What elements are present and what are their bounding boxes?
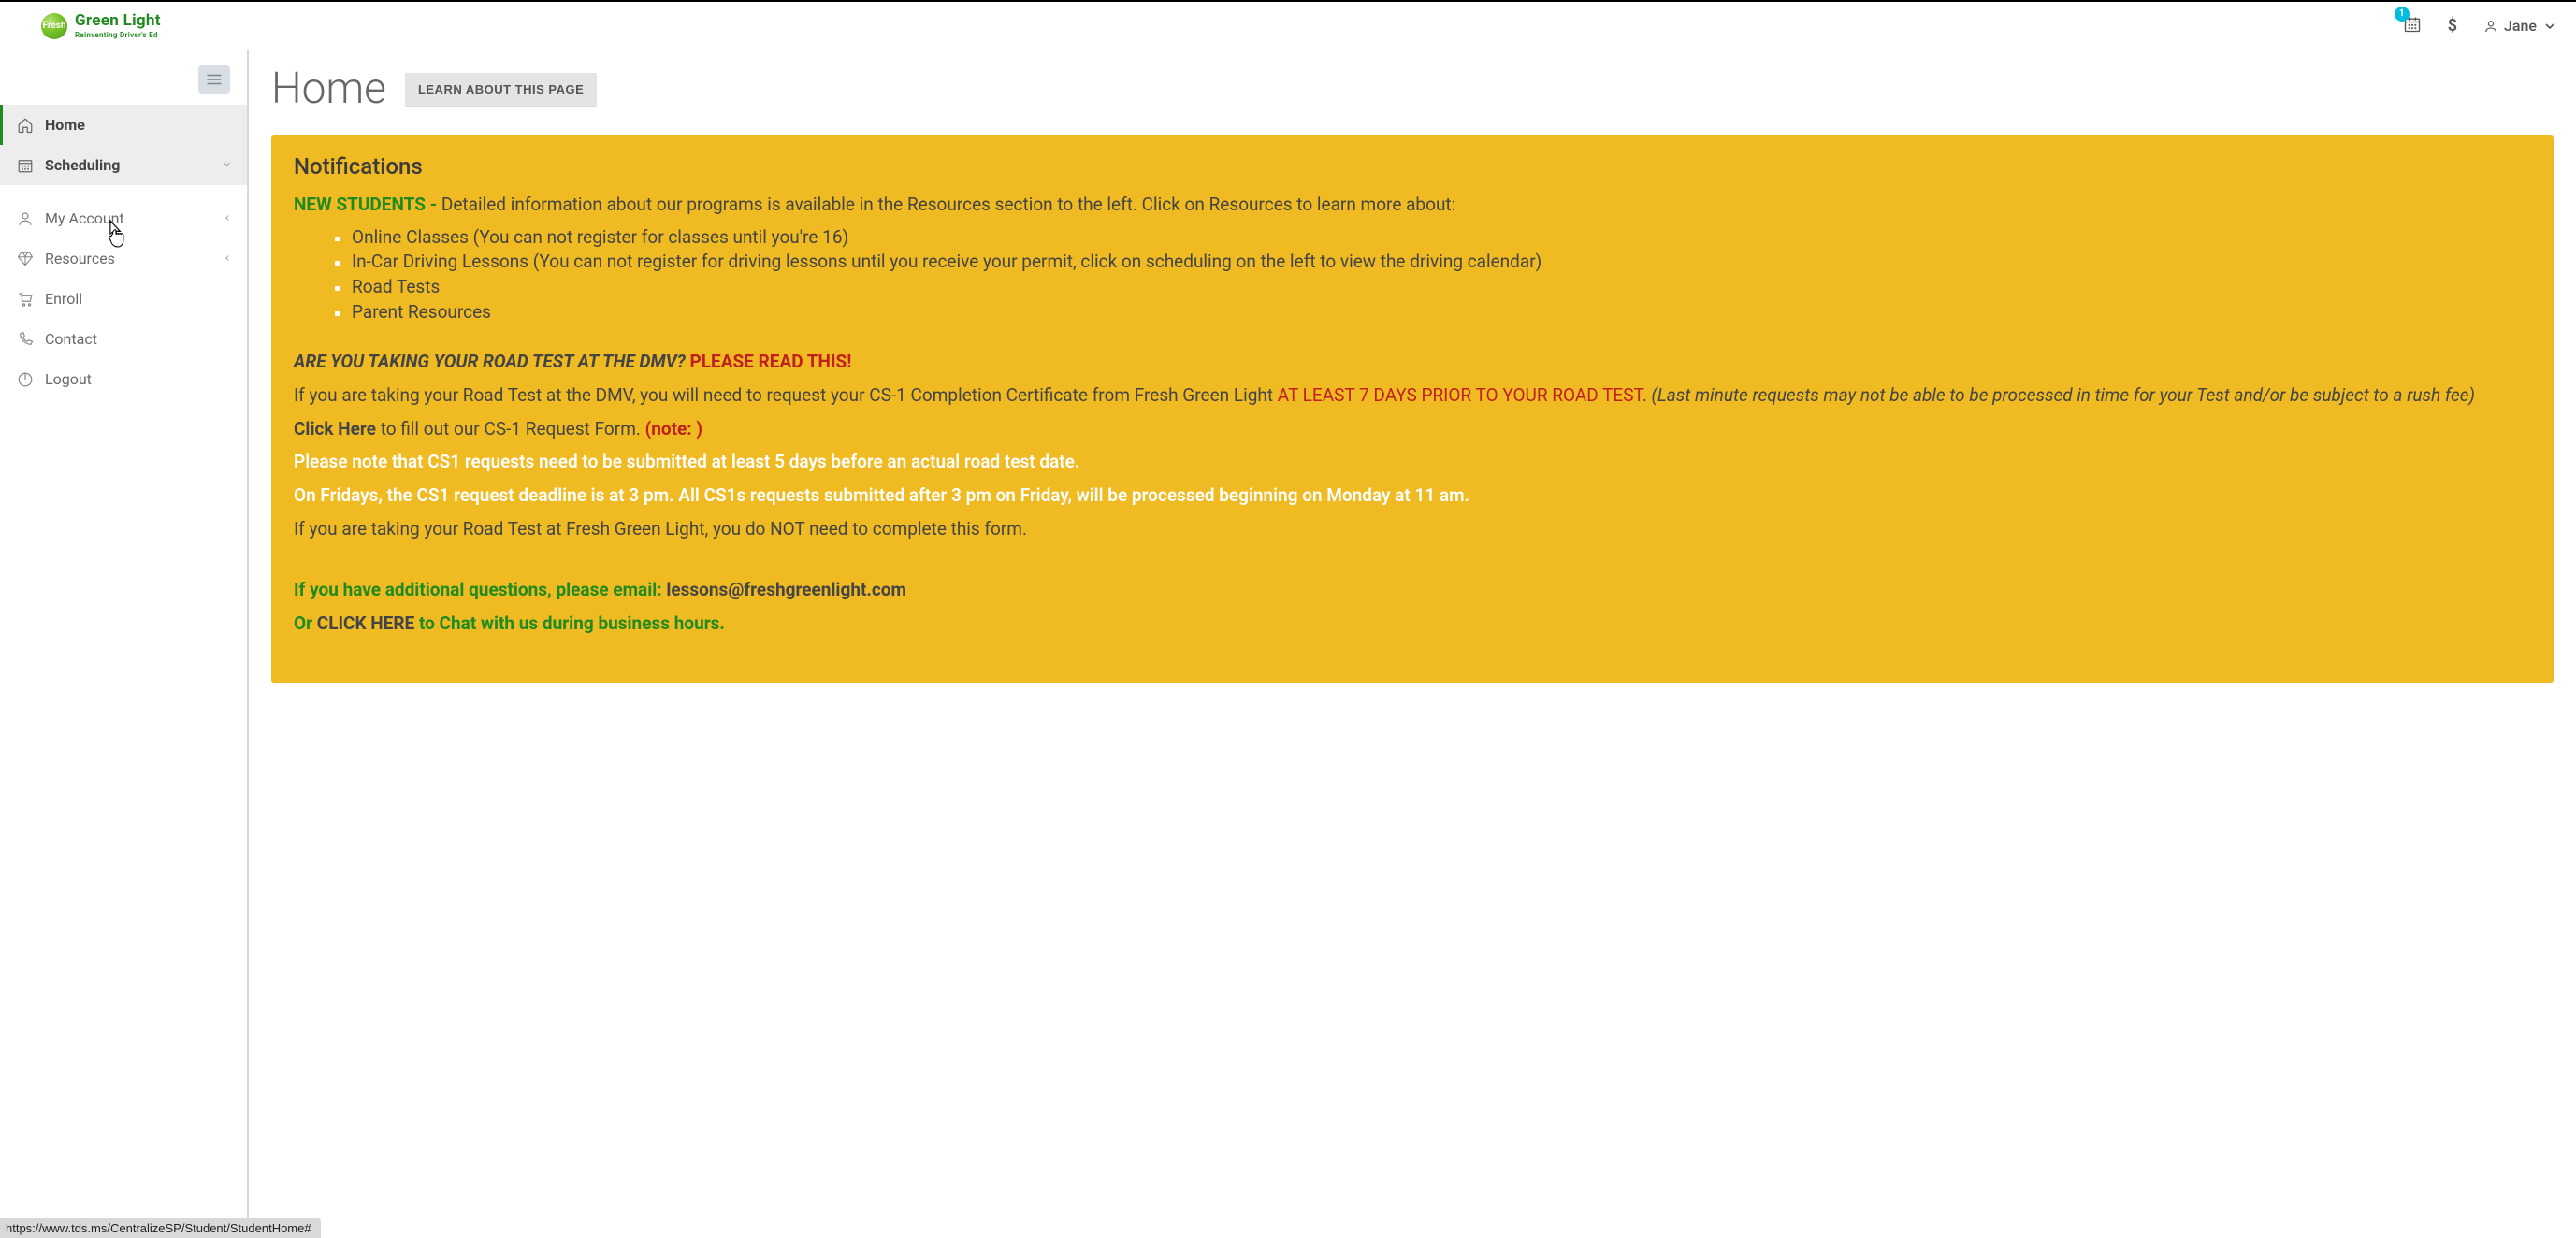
calendar-button[interactable]: 1 — [2403, 15, 2422, 37]
user-menu[interactable]: Jane — [2483, 17, 2557, 35]
new-students-label: NEW STUDENTS - — [294, 194, 437, 215]
chevron-left-icon — [223, 252, 232, 266]
white-note-1: Please note that CS1 requests need to be… — [294, 450, 2531, 474]
sidebar-item-enroll[interactable]: Enroll — [0, 279, 247, 319]
list-item: Road Tests — [335, 276, 2531, 299]
brand[interactable]: Fresh Green Light Reinventing Driver's E… — [41, 13, 161, 39]
new-students-body: Detailed information about our programs … — [437, 194, 1455, 215]
sidebar-label: Resources — [45, 250, 223, 267]
billing-button[interactable]: $ — [2448, 16, 2457, 36]
notifications-panel: Notifications NEW STUDENTS - Detailed in… — [271, 135, 2554, 683]
sidebar-item-my-account[interactable]: My Account — [0, 198, 247, 238]
notifications-title: Notifications — [294, 153, 2531, 180]
cs1-text-c: . — [1643, 384, 1652, 406]
brand-text: Green Light Reinventing Driver's Ed — [75, 13, 161, 39]
calendar-icon — [17, 157, 34, 174]
chevron-down-icon — [222, 159, 232, 172]
user-icon — [2483, 19, 2498, 34]
list-item: Parent Resources — [335, 301, 2531, 324]
sidebar-label: Enroll — [45, 290, 229, 308]
sidebar: Home Scheduling My Account — [0, 50, 249, 1238]
menu-icon — [206, 73, 223, 86]
sidebar-item-contact[interactable]: Contact — [0, 319, 247, 359]
click-here-rest: to fill out our CS-1 Request Form. — [376, 418, 645, 439]
sidebar-label: Logout — [45, 370, 229, 388]
topbar-right: 1 $ Jane — [2403, 15, 2557, 37]
email-link[interactable]: lessons@freshgreenlight.com — [666, 579, 906, 600]
dmv-question-para: ARE YOU TAKING YOUR ROAD TEST AT THE DMV… — [294, 350, 2531, 374]
brand-title: Green Light — [75, 13, 161, 29]
cs1-para: If you are taking your Road Test at the … — [294, 383, 2531, 408]
or-text: Or — [294, 612, 317, 634]
topbar: Fresh Green Light Reinventing Driver's E… — [0, 0, 2576, 50]
brand-logo-icon: Fresh — [41, 13, 67, 39]
chat-para: Or CLICK HERE to Chat with us during bus… — [294, 612, 2531, 636]
dmv-read-this: PLEASE READ THIS! — [690, 351, 852, 372]
programs-list: Online Classes (You can not register for… — [335, 226, 2531, 324]
sidebar-item-home[interactable]: Home — [0, 105, 247, 145]
sidebar-nav: Home Scheduling My Account — [0, 105, 247, 399]
sidebar-label: Scheduling — [45, 156, 222, 174]
new-students-para: NEW STUDENTS - Detailed information abou… — [294, 193, 2531, 217]
diamond-icon — [17, 251, 34, 267]
list-item: In-Car Driving Lessons (You can not regi… — [335, 251, 2531, 274]
cs1-text-b: AT LEAST 7 DAYS PRIOR TO YOUR ROAD TEST — [1278, 384, 1643, 406]
email-pre: If you have additional questions, please… — [294, 579, 666, 600]
phone-icon — [17, 331, 34, 348]
white-note-2: On Fridays, the CS1 request deadline is … — [294, 483, 2531, 508]
click-here-chat-link[interactable]: CLICK HERE — [317, 612, 414, 634]
status-bar-link: https://www.tds.ms/CentralizeSP/Student/… — [0, 1218, 321, 1238]
chat-rest: to Chat with us during business hours. — [414, 612, 725, 634]
calendar-badge: 1 — [2395, 7, 2410, 22]
email-para: If you have additional questions, please… — [294, 578, 2531, 602]
fgl-test-para: If you are taking your Road Test at Fres… — [294, 517, 2531, 541]
chevron-down-icon — [2542, 19, 2557, 34]
click-here-para: Click Here to fill out our CS-1 Request … — [294, 417, 2531, 441]
click-here-link[interactable]: Click Here — [294, 418, 376, 439]
dmv-question: ARE YOU TAKING YOUR ROAD TEST AT THE DMV… — [294, 351, 690, 372]
learn-about-button[interactable]: LEARN ABOUT THIS PAGE — [405, 73, 597, 106]
cart-icon — [17, 291, 34, 308]
sidebar-item-resources[interactable]: Resources — [0, 238, 247, 279]
sidebar-toggle-button[interactable] — [198, 65, 230, 94]
brand-subtitle: Reinventing Driver's Ed — [75, 32, 161, 39]
sidebar-label: My Account — [45, 209, 223, 227]
sidebar-label: Home — [45, 116, 229, 134]
sidebar-item-scheduling[interactable]: Scheduling — [0, 145, 247, 185]
list-item: Online Classes (You can not register for… — [335, 226, 2531, 250]
sidebar-item-logout[interactable]: Logout — [0, 359, 247, 399]
home-icon — [17, 117, 34, 134]
cs1-text-a: If you are taking your Road Test at the … — [294, 384, 1278, 406]
main-content: Home LEARN ABOUT THIS PAGE Notifications… — [249, 50, 2576, 1238]
cs1-text-d: (Last minute requests may not be able to… — [1652, 384, 2475, 406]
chevron-left-icon — [223, 212, 232, 225]
spacer — [229, 119, 232, 132]
title-row: Home LEARN ABOUT THIS PAGE — [271, 64, 2554, 114]
power-icon — [17, 371, 34, 388]
sidebar-submenu-peek — [0, 185, 247, 198]
user-icon — [17, 210, 34, 227]
note-text: (note: ) — [645, 418, 702, 439]
user-name: Jane — [2504, 17, 2537, 35]
sidebar-label: Contact — [45, 330, 229, 348]
page-title: Home — [271, 64, 386, 114]
